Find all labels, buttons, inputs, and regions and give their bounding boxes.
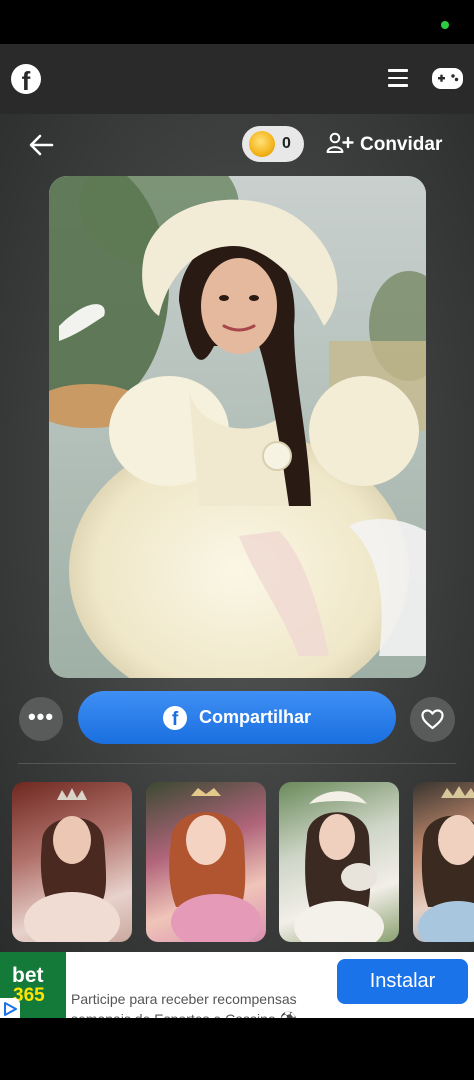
invite-button[interactable]: Convidar — [326, 130, 442, 160]
coin-icon — [249, 131, 275, 157]
coin-balance[interactable]: 0 — [242, 126, 304, 162]
style-thumbnail[interactable] — [279, 782, 399, 942]
ad-choices-icon[interactable] — [0, 998, 20, 1018]
invite-label: Convidar — [360, 134, 443, 155]
more-options-label: ••• — [27, 704, 55, 729]
portrait-image — [49, 176, 426, 678]
facebook-share-letter: f — [171, 708, 179, 730]
share-button[interactable]: f Compartilhar — [78, 691, 396, 744]
notification-dot — [441, 21, 449, 29]
ad-banner[interactable]: bet 365 Participe para receber recompens… — [0, 952, 474, 1018]
style-thumbnail[interactable] — [146, 782, 266, 942]
app-header: f — [0, 44, 474, 114]
ad-text: Participe para receber recompensas seman… — [71, 991, 297, 1018]
facebook-logo-icon[interactable]: f — [11, 64, 41, 96]
divider — [18, 763, 456, 764]
install-button[interactable]: Instalar — [337, 959, 468, 1004]
back-arrow-icon[interactable] — [28, 133, 54, 157]
status-bar — [0, 0, 474, 44]
facebook-share-icon: f — [162, 705, 187, 730]
coin-count: 0 — [282, 135, 291, 152]
menu-icon[interactable] — [388, 69, 408, 87]
heart-icon — [410, 709, 455, 746]
more-options-button[interactable]: ••• — [19, 697, 63, 741]
bet365-logo[interactable]: bet 365 — [0, 952, 66, 1018]
system-navigation-bar — [0, 1018, 474, 1080]
facebook-logo-letter: f — [21, 66, 31, 96]
style-thumbnail[interactable] — [413, 782, 474, 942]
add-person-icon — [326, 132, 354, 159]
style-thumbnail[interactable] — [12, 782, 132, 942]
gamepad-icon[interactable] — [432, 68, 463, 89]
share-label: Compartilhar — [198, 707, 312, 727]
favorite-button[interactable] — [410, 697, 455, 742]
